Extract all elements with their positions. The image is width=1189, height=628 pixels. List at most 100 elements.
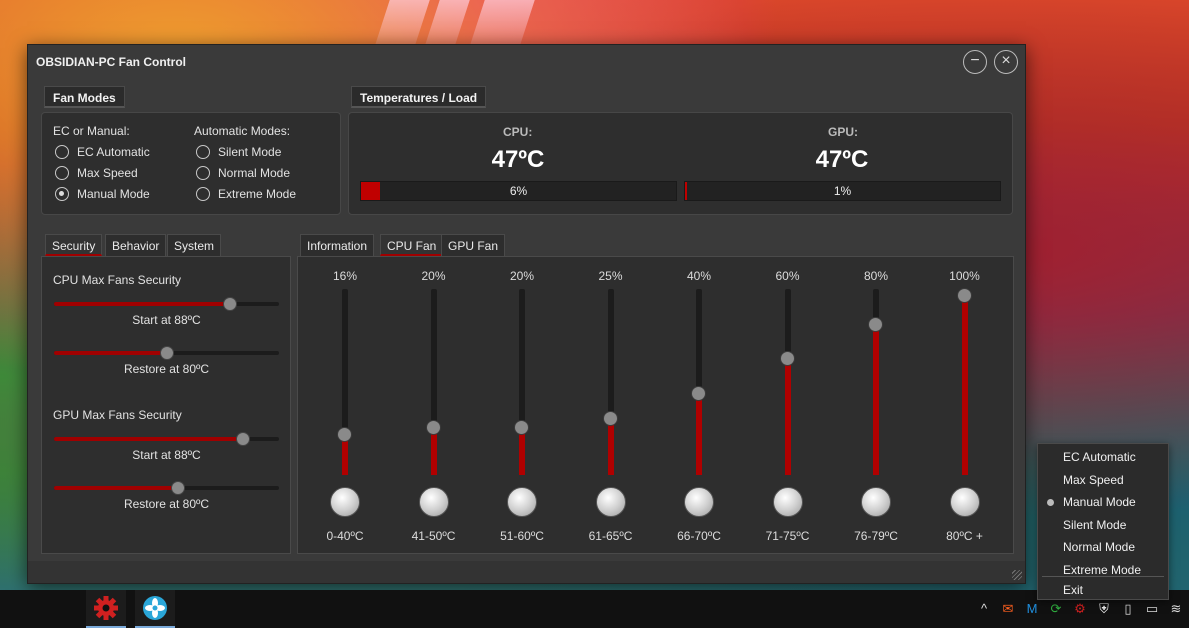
temp-range-label: 76-79ºC <box>854 529 898 543</box>
close-button[interactable]: × <box>994 50 1018 74</box>
wifi-icon[interactable]: ≋ <box>1168 601 1184 617</box>
tab-security[interactable]: Security <box>45 234 103 256</box>
shield-icon[interactable]: ⛨ <box>1096 601 1112 617</box>
fan-speed-slider[interactable] <box>602 289 618 475</box>
auto-mode-label[interactable]: Extreme Mode <box>218 187 296 201</box>
battery-icon[interactable]: ▭ <box>1144 601 1160 617</box>
context-menu-item[interactable]: EC Automatic <box>1038 446 1168 468</box>
slider-knob[interactable] <box>159 346 174 360</box>
fan-percent-label: 100% <box>949 269 980 283</box>
resize-grip[interactable] <box>1012 570 1022 580</box>
gpu-restore-label: Restore at 80ºC <box>123 497 210 511</box>
fan-dial[interactable] <box>772 487 803 517</box>
taskbar-app-settings[interactable] <box>86 590 126 628</box>
cpu-temp: 47ºC <box>491 146 545 173</box>
fan-dial[interactable] <box>595 487 626 517</box>
gear-icon[interactable]: ⚙ <box>1072 601 1088 617</box>
title-bar[interactable]: OBSIDIAN-PC Fan Control − × <box>28 45 1025 79</box>
auto-mode-radio[interactable] <box>196 187 210 201</box>
gear-icon <box>94 596 118 620</box>
fan-speed-slider[interactable] <box>514 289 529 475</box>
usb-icon[interactable]: ▯ <box>1120 601 1136 617</box>
tab-gpu-fan[interactable]: GPU Fan <box>441 234 506 256</box>
gpu-load-text: 1% <box>833 184 852 198</box>
ec-mode-radio[interactable] <box>55 187 69 201</box>
fan-dial[interactable] <box>507 487 537 517</box>
gpu-start-slider[interactable] <box>54 432 279 446</box>
fan-percent-label: 80% <box>863 269 889 283</box>
fan-speed-knob[interactable] <box>425 420 441 435</box>
auto-mode-radio[interactable] <box>196 166 210 180</box>
fan-dial[interactable] <box>684 487 714 517</box>
fan-speed-fill <box>961 295 968 475</box>
fan-speed-slider[interactable] <box>425 289 441 475</box>
window-title: OBSIDIAN-PC Fan Control <box>36 55 186 69</box>
fan-speed-knob[interactable] <box>514 420 529 435</box>
gpu-restore-slider[interactable] <box>54 481 279 495</box>
temperatures-heading: Temperatures / Load <box>351 86 487 108</box>
selected-dot-icon <box>1047 499 1054 507</box>
taskbar: ^ ✉ M ⟳ ⚙ ⛨ ▯ ▭ ≋ <box>0 590 1189 628</box>
fan-percent-label: 20% <box>421 269 446 283</box>
fan-speed-knob[interactable] <box>779 351 795 366</box>
fan-speed-slider[interactable] <box>956 288 972 475</box>
context-menu-item[interactable]: Manual Mode <box>1038 491 1168 513</box>
ec-heading: EC or Manual: <box>53 124 130 138</box>
context-menu-label: Max Speed <box>1063 472 1124 487</box>
cpu-start-label: Start at 88ºC <box>132 313 201 327</box>
fan-speed-slider[interactable] <box>337 289 352 475</box>
slider-knob[interactable] <box>236 432 250 446</box>
auto-mode-label[interactable]: Normal Mode <box>218 166 290 180</box>
tab-cpu-fan[interactable]: CPU Fan <box>380 234 444 256</box>
temp-range-label: 0-40ºC <box>326 529 364 543</box>
tab-system[interactable]: System <box>167 234 222 256</box>
chevron-up-icon[interactable]: ^ <box>976 601 992 617</box>
cpu-label: CPU: <box>503 125 533 139</box>
context-menu-label: EC Automatic <box>1063 450 1136 464</box>
fan-speed-knob[interactable] <box>337 427 352 442</box>
context-menu-item[interactable]: Extreme Mode <box>1038 559 1168 581</box>
fan-speed-slider[interactable] <box>691 289 706 475</box>
minimize-button[interactable]: − <box>963 50 987 74</box>
fan-percent-label: 20% <box>509 269 535 283</box>
refresh-icon[interactable]: ⟳ <box>1048 601 1064 617</box>
taskbar-app-fan[interactable] <box>135 590 175 628</box>
context-menu-item[interactable]: Silent Mode <box>1038 514 1168 536</box>
tab-behavior[interactable]: Behavior <box>105 234 167 256</box>
temp-range-label: 61-65ºC <box>588 529 633 543</box>
context-menu-label: Manual Mode <box>1063 495 1136 510</box>
cpu-restore-slider[interactable] <box>54 346 279 360</box>
ec-mode-label[interactable]: Max Speed <box>77 166 138 180</box>
context-menu-item[interactable]: Exit <box>1038 579 1168 601</box>
cpu-start-slider[interactable] <box>54 297 279 311</box>
context-menu-item[interactable]: Normal Mode <box>1038 536 1168 558</box>
fan-dial[interactable] <box>330 487 360 517</box>
fan-speed-fill <box>784 358 791 475</box>
m-icon[interactable]: M <box>1024 601 1040 617</box>
mail-icon[interactable]: ✉ <box>1000 601 1016 617</box>
fan-modes-heading: Fan Modes <box>44 86 125 108</box>
fan-dial[interactable] <box>418 487 449 517</box>
fan-speed-knob[interactable] <box>602 411 618 426</box>
fan-speed-fill <box>696 393 702 475</box>
context-menu-label: Exit <box>1063 583 1084 597</box>
ec-mode-label[interactable]: Manual Mode <box>77 187 150 201</box>
tray-context-menu: EC Automatic Max Speed Manual Mode Silent M… <box>1037 443 1169 600</box>
fan-speed-knob[interactable] <box>691 386 706 401</box>
fan-dial[interactable] <box>949 487 980 517</box>
slider-knob[interactable] <box>222 297 237 311</box>
context-menu-item[interactable]: Max Speed <box>1038 469 1168 491</box>
ec-mode-radio[interactable] <box>55 145 69 159</box>
fan-dial[interactable] <box>861 487 891 517</box>
slider-knob[interactable] <box>170 481 185 495</box>
auto-mode-radio[interactable] <box>196 145 210 159</box>
tab-information[interactable]: Information <box>300 234 375 256</box>
ec-mode-label[interactable]: EC Automatic <box>77 145 150 159</box>
fan-speed-knob[interactable] <box>868 317 883 332</box>
fan-speed-slider[interactable] <box>779 289 795 475</box>
fan-speed-knob[interactable] <box>956 288 972 303</box>
fan-speed-slider[interactable] <box>868 289 883 475</box>
auto-mode-label[interactable]: Silent Mode <box>218 145 281 159</box>
ec-mode-radio[interactable] <box>55 166 69 180</box>
temp-range-label: 66-70ºC <box>677 529 721 543</box>
